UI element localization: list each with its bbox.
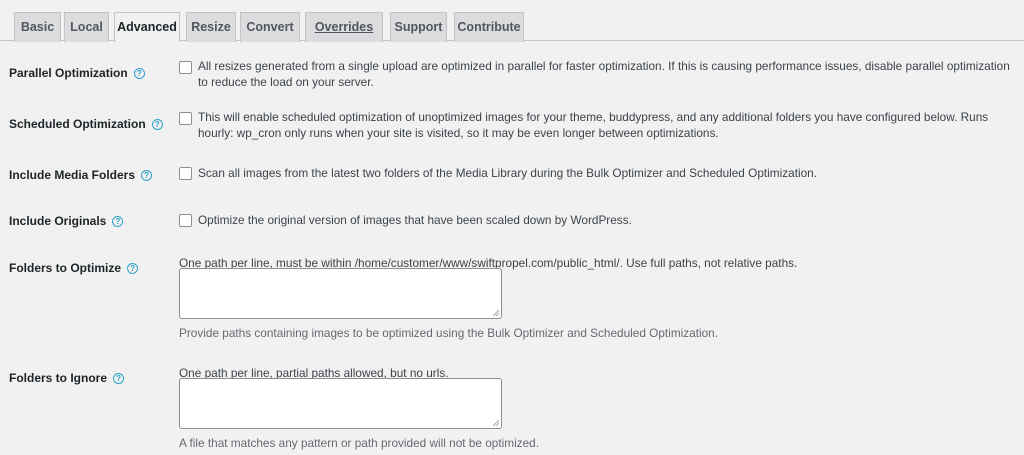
help-icon[interactable]: ? — [141, 170, 153, 181]
settings-tab-bar: Basic Local Advanced Resize Convert Over… — [0, 0, 1024, 42]
tab-basic[interactable]: Basic — [14, 12, 61, 42]
help-icon[interactable]: ? — [113, 373, 125, 384]
folders-to-ignore-textarea[interactable] — [179, 378, 502, 429]
folders-to-ignore-label: Folders to Ignore? — [9, 371, 125, 385]
tab-convert[interactable]: Convert — [240, 12, 300, 42]
scheduled-optimization-checkbox[interactable] — [179, 112, 192, 125]
include-originals-checkbox[interactable] — [179, 214, 192, 227]
include-originals-description: Optimize the original version of images … — [198, 213, 632, 227]
parallel-optimization-checkbox[interactable] — [179, 61, 192, 74]
help-icon[interactable]: ? — [127, 263, 139, 274]
scheduled-optimization-label: Scheduled Optimization? — [9, 117, 163, 131]
folders-to-optimize-note: Provide paths containing images to be op… — [179, 326, 719, 340]
tab-support[interactable]: Support — [390, 12, 447, 42]
parallel-optimization-description: All resizes generated from a single uplo… — [198, 59, 1010, 89]
help-icon[interactable]: ? — [151, 119, 163, 130]
tab-overrides[interactable]: Overrides — [305, 12, 383, 42]
include-media-folders-checkbox[interactable] — [179, 167, 192, 180]
include-media-folders-description: Scan all images from the latest two fold… — [198, 166, 817, 180]
include-media-folders-label: Include Media Folders? — [9, 168, 153, 182]
parallel-optimization-label: Parallel Optimization? — [9, 66, 145, 80]
tab-contribute[interactable]: Contribute — [454, 12, 524, 42]
scheduled-optimization-description: This will enable scheduled optimization … — [198, 110, 989, 140]
folders-to-optimize-textarea[interactable] — [179, 268, 502, 319]
help-icon[interactable]: ? — [112, 216, 124, 227]
tab-resize[interactable]: Resize — [186, 12, 236, 42]
include-originals-label: Include Originals? — [9, 214, 124, 228]
help-icon[interactable]: ? — [133, 68, 145, 79]
folders-to-optimize-label: Folders to Optimize? — [9, 261, 139, 275]
tab-advanced[interactable]: Advanced — [114, 12, 180, 42]
tab-local[interactable]: Local — [64, 12, 109, 42]
folders-to-ignore-note: A file that matches any pattern or path … — [179, 436, 540, 450]
